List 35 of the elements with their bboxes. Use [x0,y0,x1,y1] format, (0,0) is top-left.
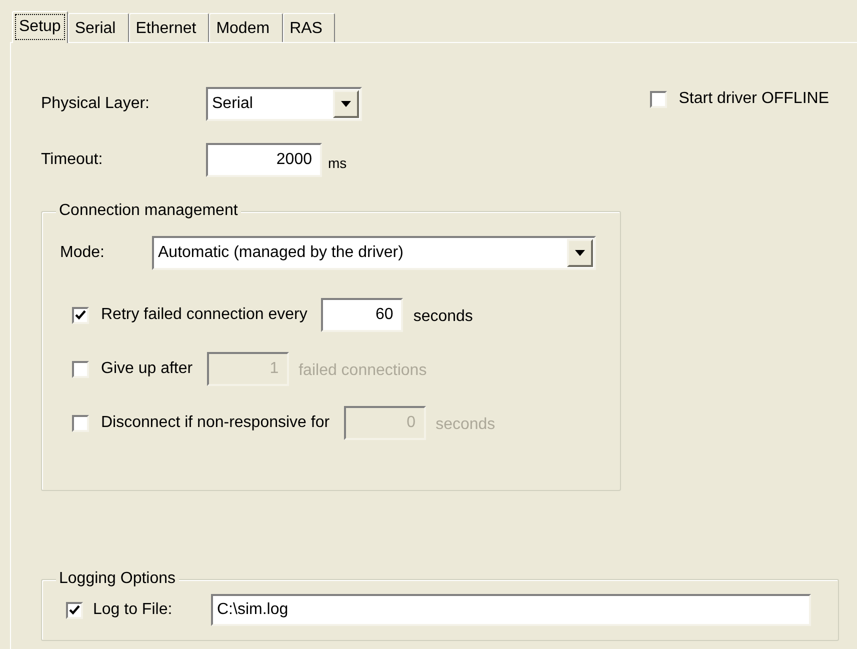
dropdown-value: Automatic (managed by the driver) [157,243,404,263]
caret-icon [341,101,351,107]
checkmark-icon [75,310,86,320]
dropdown-arrow-button[interactable] [333,90,359,118]
tab[interactable]: RAS [282,13,336,42]
tab[interactable]: Serial [68,13,129,42]
checkbox-label: Start driver OFFLINE [678,89,829,109]
checkbox[interactable] [650,90,667,108]
unit-label: seconds [413,307,473,327]
tab[interactable]: Setup [12,11,68,43]
text-field[interactable]: 2000 [206,143,322,177]
dropdown[interactable]: Serial [206,87,362,121]
group-title: Connection management [56,201,241,221]
field-label: Timeout: [41,150,104,170]
unit-label: ms [328,154,347,172]
text-field[interactable]: C:\sim.log [211,594,811,626]
checkbox[interactable] [72,306,89,324]
checkmark-icon [69,605,80,615]
field-label: Mode: [60,243,106,263]
tab[interactable]: Ethernet [128,13,210,42]
unit-label: seconds [436,415,496,435]
text-field[interactable]: 60 [321,298,404,332]
checkbox-label: Retry failed connection every [101,305,308,325]
caret-icon [575,250,585,256]
group-title: Logging Options [56,569,179,589]
unit-label: failed connections [298,361,427,381]
tab[interactable]: Modem [209,13,283,42]
dropdown[interactable]: Automatic (managed by the driver) [152,236,596,270]
field-label: Physical Layer: [41,94,150,114]
checkbox-label: Give up after [101,359,193,379]
checkbox-label: Disconnect if non-responsive for [101,413,330,433]
dropdown-value: Serial [211,94,254,114]
checkbox[interactable] [66,602,83,618]
checkbox-label: Log to File: [93,600,174,620]
dropdown-arrow-button[interactable] [567,239,593,267]
